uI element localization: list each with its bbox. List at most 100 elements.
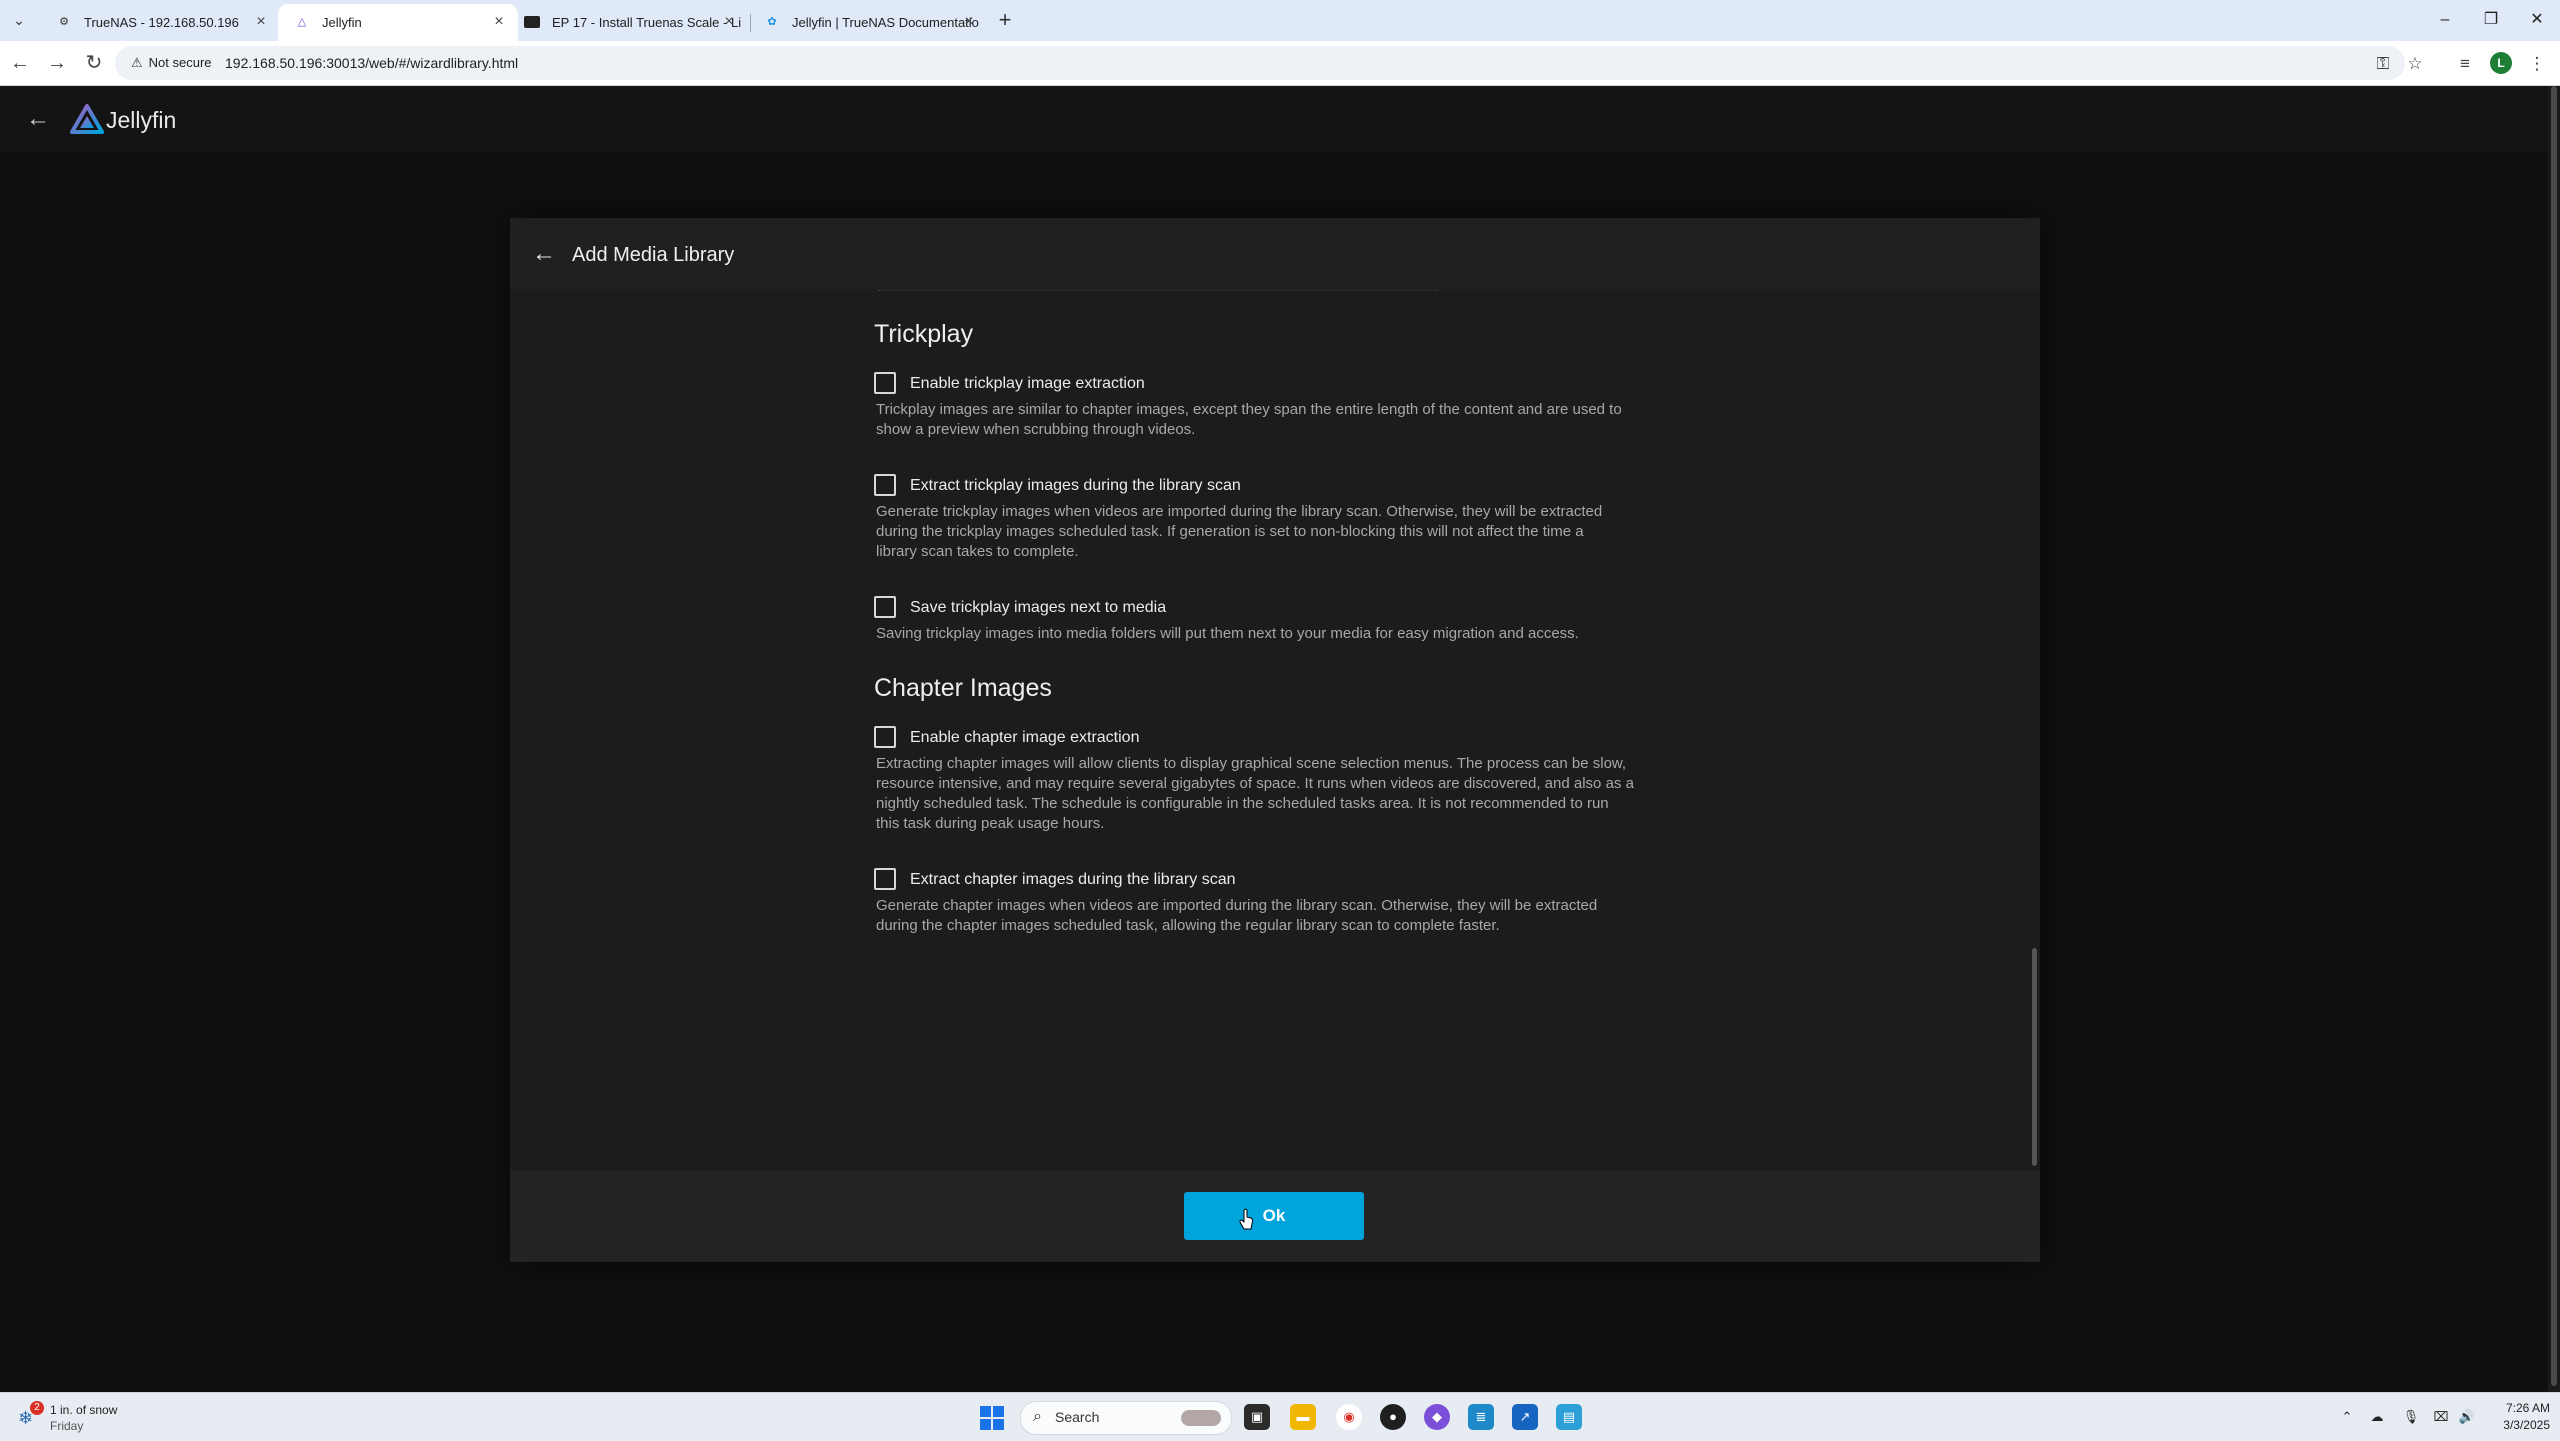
tab-title: EP 17 - Install Truenas Scale - Li [552,15,742,30]
add-media-library-dialog: ← Add Media Library Trickplay Enable tri… [510,218,2040,1262]
option-extract-chapters-during-scan[interactable]: Extract chapter images during the librar… [874,866,1674,896]
description-line: resource intensive, and may require seve… [876,775,1634,792]
option-label: Extract chapter images during the librar… [910,871,1236,888]
checkbox[interactable] [874,372,896,394]
checkbox[interactable] [874,868,896,890]
description-line: during the chapter images scheduled task… [876,917,1500,934]
notepad-icon[interactable]: ≣ [1468,1404,1494,1430]
video-icon [524,16,540,28]
option-extract-trickplay-during-scan[interactable]: Extract trickplay images during the libr… [874,472,1674,502]
close-tab-icon[interactable]: × [252,13,270,31]
jellyfin-icon: △ [297,16,307,28]
option-description: Generate trickplay images when videos ar… [876,502,1671,562]
url-text[interactable]: 192.168.50.196:30013/web/#/wizardlibrary… [225,53,518,73]
description-line: show a preview when scrubbing through vi… [876,421,1196,438]
forward-arrow-icon[interactable]: → [45,51,69,75]
onedrive-cloud-icon[interactable]: ☁ [2368,1407,2386,1427]
time: 7:26 AM [2505,1401,2550,1415]
search-icon: ⌕ [1033,1408,1042,1425]
file-explorer-icon[interactable]: ▬ [1290,1404,1316,1430]
media-control-icon[interactable]: ≡ [2454,53,2476,75]
checkbox[interactable] [874,726,896,748]
ok-button[interactable]: Ok [1184,1192,1364,1240]
new-tab-icon[interactable]: + [992,8,1018,34]
dialog-back-arrow-icon[interactable]: ← [530,240,558,268]
minimize-icon[interactable]: – [2422,6,2468,34]
dialog-scrollbar[interactable] [2030,290,2040,1170]
option-description: Trickplay images are similar to chapter … [876,400,1671,440]
description-line: this task during peak usage hours. [876,815,1105,832]
close-tab-icon[interactable]: × [720,13,738,31]
weather-summary: 1 in. of snow [50,1403,118,1417]
app-name[interactable]: Jellyfin [106,106,176,134]
microphone-icon[interactable]: 🎙 [2402,1407,2420,1427]
chrome-icon[interactable]: ◉ [1336,1404,1362,1430]
dialog-title: Add Media Library [572,244,735,266]
taskbar-search[interactable]: ⌕ Search [1020,1401,1232,1435]
dialog-footer: Ok [510,1170,2040,1262]
close-window-icon[interactable]: ✕ [2514,6,2560,34]
tab-truenas-docs[interactable]: ✿ Jellyfin | TrueNAS Documentatio × [748,4,988,41]
tab-title: Jellyfin [322,15,362,30]
search-highlight-art [1181,1410,1221,1426]
tab-video[interactable]: EP 17 - Install Truenas Scale - Li × [508,4,748,41]
description-line: Generate trickplay images when videos ar… [876,503,1603,520]
description-line: Saving trickplay images into media folde… [876,625,1579,642]
clock[interactable]: 7:26 AM 3/3/2025 [2490,1400,2550,1434]
jellyfin-logo-icon [70,104,104,134]
app-header: ← Jellyfin [0,86,2548,152]
remote-tool-icon[interactable]: ↗ [1512,1404,1538,1430]
github-desktop-icon[interactable]: ● [1380,1404,1406,1430]
option-label: Extract trickplay images during the libr… [910,477,1241,494]
option-enable-chapter-extraction[interactable]: Enable chapter image extraction [874,724,1674,754]
app-purple-icon[interactable]: ◆ [1424,1404,1450,1430]
option-description: Generate chapter images when videos are … [876,896,1671,936]
notification-badge: 2 [30,1401,44,1415]
bookmark-star-icon[interactable]: ☆ [2404,53,2426,75]
show-hidden-icons-chevron-icon[interactable]: ⌃ [2338,1407,2356,1427]
tab-title: Jellyfin | TrueNAS Documentatio [792,15,979,30]
profile-avatar[interactable]: L [2490,52,2512,74]
browser-tab-bar: ⌄ ⚙ TrueNAS - 192.168.50.196 × △ Jellyfi… [0,0,2560,41]
page-scrollbar[interactable] [2548,86,2560,1392]
volume-icon[interactable]: 🔊 [2458,1407,2476,1427]
tab-jellyfin[interactable]: △ Jellyfin × [278,4,518,41]
more-menu-icon[interactable]: ⋮ [2526,53,2548,75]
option-label: Enable trickplay image extraction [910,375,1145,392]
tab-truenas[interactable]: ⚙ TrueNAS - 192.168.50.196 × [40,4,280,41]
description-line: library scan takes to complete. [876,543,1079,560]
address-bar[interactable]: ⚠ Not secure 192.168.50.196:30013/web/#/w… [115,46,2405,80]
option-enable-trickplay[interactable]: Enable trickplay image extraction [874,370,1674,400]
option-save-trickplay-next-to-media[interactable]: Save trickplay images next to media [874,594,1674,624]
security-chip[interactable]: ⚠ Not secure [131,53,212,73]
option-description: Saving trickplay images into media folde… [876,624,1671,644]
clipped-text-line [878,290,1438,294]
checkbox[interactable] [874,474,896,496]
windows-taskbar: ❄ 2 1 in. of snow Friday ⌕ Search ▣ ▬ ◉ … [0,1392,2560,1441]
weather-widget[interactable]: ❄ 2 1 in. of snow Friday [18,1401,148,1435]
network-icon[interactable]: ⌧ [2432,1407,2450,1427]
option-label: Save trickplay images next to media [910,599,1167,616]
description-line: Trickplay images are similar to chapter … [876,401,1622,418]
remote-desktop-icon[interactable]: ▤ [1556,1404,1582,1430]
dialog-header: ← Add Media Library [510,218,2040,290]
option-description: Extracting chapter images will allow cli… [876,754,1671,834]
warning-icon: ⚠ [131,55,143,70]
tab-search-chevron-icon[interactable]: ⌄ [8,9,30,31]
dialog-body[interactable]: Trickplay Enable trickplay image extract… [510,290,2030,1170]
description-line: Generate chapter images when videos are … [876,897,1598,914]
mouse-pointer-icon [1239,1208,1254,1230]
close-tab-icon[interactable]: × [960,13,978,31]
description-line: during the trickplay images scheduled ta… [876,523,1584,540]
tab-title: TrueNAS - 192.168.50.196 [84,15,239,30]
task-view-icon[interactable]: ▣ [1244,1404,1270,1430]
header-back-arrow-icon[interactable]: ← [24,107,52,131]
windows-start-icon[interactable] [980,1406,1004,1430]
section-title-trickplay: Trickplay [874,320,974,348]
password-key-icon[interactable]: ⚿ [2372,53,2394,75]
reload-icon[interactable]: ↻ [82,51,106,75]
back-arrow-icon[interactable]: ← [8,51,32,75]
close-tab-icon[interactable]: × [490,13,508,31]
checkbox[interactable] [874,596,896,618]
restore-icon[interactable]: ❐ [2468,6,2514,34]
